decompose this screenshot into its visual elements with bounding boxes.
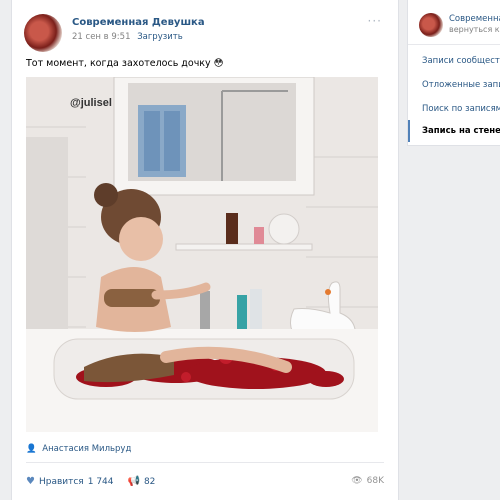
post-date[interactable]: 21 сен в 9:51 [72,32,130,42]
post-text: Тот момент, когда захотелось дочку 😳 [26,58,224,69]
like-button[interactable]: ♥ Нравится 1 744 [26,476,114,487]
active-indicator [408,120,410,142]
author-avatar[interactable] [24,14,62,52]
sidebar-item-search-posts[interactable]: Поиск по записям [422,104,500,114]
sidebar-item-postponed[interactable]: Отложенные записи [422,80,500,90]
heart-icon: ♥ [26,476,35,487]
photo-illustration: @julisel [26,77,378,432]
divider [408,44,500,45]
eye-icon: 👁 [351,476,363,486]
more-dots-icon[interactable]: ··· [368,14,382,28]
divider [26,462,384,463]
sidebar-item-community-posts[interactable]: Записи сообщества [422,56,500,66]
share-count: 82 [143,476,156,487]
views-count: 68K [366,476,384,486]
share-button[interactable]: 📢 82 [128,476,156,487]
like-count: 1 744 [87,476,114,487]
person-icon: 👤 [26,444,37,454]
post-photo[interactable]: @julisel [26,77,378,432]
photo-watermark: @julisel [70,97,112,109]
sidebar-menu: Современная Девушка вернуться к сообщест… [407,0,500,146]
upload-link[interactable]: Загрузить [137,32,183,42]
post-actions: ♥ Нравится 1 744 📢 82 [26,476,169,487]
sidebar-item-wall-post[interactable]: Запись на стене [422,126,500,136]
author-name[interactable]: Современная Девушка [72,17,205,28]
megaphone-icon: 📢 [127,476,140,487]
post-meta: 21 сен в 9:51 Загрузить [72,32,183,42]
like-label: Нравится [38,476,84,487]
back-to-group-link[interactable]: вернуться к сообществу [449,25,500,34]
wall-post: Современная Девушка 21 сен в 9:51 Загруз… [11,0,399,500]
views-counter: 👁 68K [351,476,384,486]
group-avatar[interactable] [419,13,443,37]
photo-credit-name[interactable]: Анастасия Мильруд [42,444,131,454]
photo-credit[interactable]: 👤 Анастасия Мильруд [26,444,131,454]
group-name[interactable]: Современная Девушка [449,14,500,24]
